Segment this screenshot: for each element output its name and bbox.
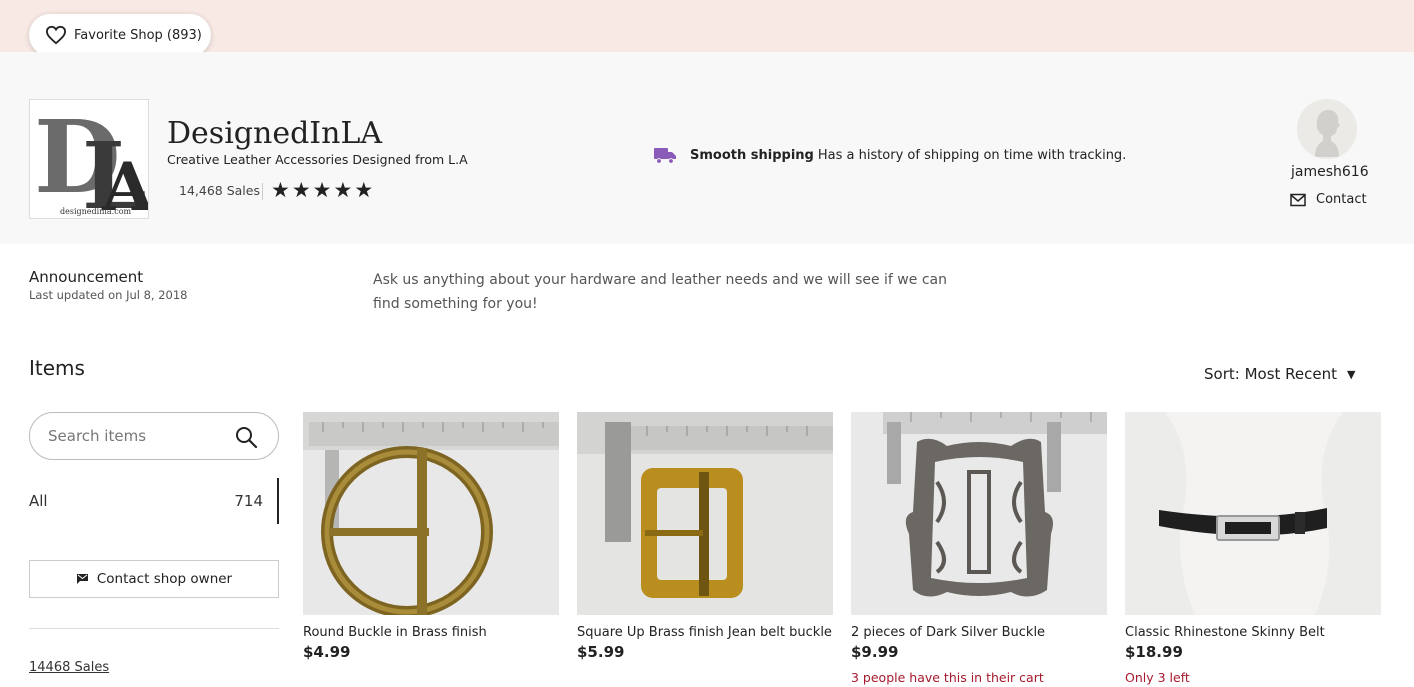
- envelope-icon: [1290, 193, 1306, 206]
- listing-price: $9.99: [851, 643, 899, 661]
- divider: [262, 183, 263, 200]
- shop-tagline: Creative Leather Accessories Designed fr…: [167, 152, 468, 167]
- listing-title[interactable]: Classic Rhinestone Skinny Belt: [1125, 625, 1381, 640]
- shipping-text: Has a history of shipping on time with t…: [817, 147, 1127, 163]
- listing-image[interactable]: [1125, 412, 1381, 615]
- favorite-shop-button[interactable]: Favorite Shop (893): [29, 14, 211, 56]
- sales-link[interactable]: 14468 Sales: [29, 660, 109, 675]
- sort-dropdown[interactable]: Sort: Most Recent ▼: [1204, 365, 1355, 383]
- search-box[interactable]: [29, 412, 279, 460]
- listing-title[interactable]: Square Up Brass finish Jean belt buckle: [577, 625, 833, 640]
- listing-price: $4.99: [303, 643, 351, 661]
- contact-shop-owner-label: Contact shop owner: [96, 571, 233, 587]
- divider: [29, 628, 279, 629]
- favorite-shop-label: Favorite Shop (893): [74, 27, 202, 43]
- star-icon: ★: [291, 178, 311, 202]
- star-icon: ★: [271, 178, 290, 202]
- contact-button[interactable]: Contact: [1290, 192, 1367, 207]
- truck-icon: [654, 148, 676, 164]
- sidebar-item-all[interactable]: All 714: [29, 478, 279, 524]
- items-heading: Items: [29, 356, 85, 380]
- listing-image[interactable]: [303, 412, 559, 615]
- svg-text:designedinla.com: designedinla.com: [60, 207, 132, 216]
- listing-card[interactable]: 2 pieces of Dark Silver Buckle $9.99 3 p…: [851, 412, 1107, 685]
- caret-down-icon: ▼: [1347, 367, 1356, 381]
- shipping-title: Smooth shipping: [690, 147, 814, 163]
- filter-count: 714: [234, 492, 263, 510]
- owner-avatar[interactable]: [1297, 99, 1357, 159]
- star-icon: ★: [312, 178, 332, 202]
- contact-label: Contact: [1316, 192, 1367, 207]
- listing-price: $18.99: [1125, 643, 1183, 661]
- listing-image[interactable]: [851, 412, 1107, 615]
- announcement-text: Ask us anything about your hardware and …: [373, 272, 947, 312]
- search-icon[interactable]: [234, 425, 258, 449]
- heart-icon: [45, 25, 67, 45]
- listing-card[interactable]: Round Buckle in Brass finish $4.99: [303, 412, 559, 661]
- announcement-updated: Last updated on Jul 8, 2018: [29, 288, 188, 302]
- listing-card[interactable]: Classic Rhinestone Skinny Belt $18.99 On…: [1125, 412, 1381, 685]
- star-icon: ★: [354, 178, 374, 202]
- shop-name: DesignedInLA: [167, 116, 383, 151]
- listing-price: $5.99: [577, 643, 625, 661]
- owner-name[interactable]: jamesh616: [1291, 164, 1369, 180]
- rating-stars[interactable]: ★ ★ ★ ★ ★: [271, 180, 373, 201]
- filter-label: All: [29, 492, 48, 510]
- envelope-icon: [76, 574, 88, 584]
- shop-sales-count: 14,468 Sales: [179, 183, 260, 198]
- sort-label: Sort: Most Recent: [1204, 365, 1337, 383]
- shipping-info: Smooth shipping Has a history of shippin…: [653, 146, 1126, 164]
- search-input[interactable]: [48, 427, 228, 445]
- shop-logo[interactable]: D L A designedinla.com: [29, 99, 149, 219]
- listing-title[interactable]: 2 pieces of Dark Silver Buckle: [851, 625, 1107, 640]
- listing-cart-note: 3 people have this in their cart: [851, 670, 1044, 685]
- contact-shop-owner-button[interactable]: Contact shop owner: [29, 560, 279, 598]
- announcement-title: Announcement: [29, 268, 144, 286]
- listing-title[interactable]: Round Buckle in Brass finish: [303, 625, 559, 640]
- listing-card[interactable]: Square Up Brass finish Jean belt buckle …: [577, 412, 833, 661]
- star-icon: ★: [333, 178, 353, 202]
- listing-stock-note: Only 3 left: [1125, 670, 1190, 685]
- listing-image[interactable]: [577, 412, 833, 615]
